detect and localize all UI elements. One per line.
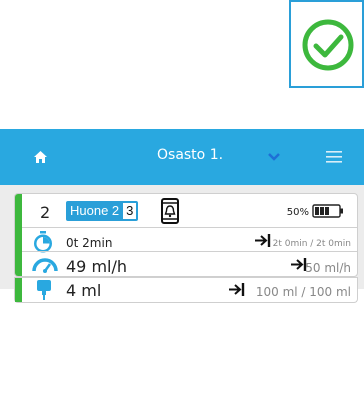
phone-bell-icon[interactable] xyxy=(161,198,179,224)
status-check-tile[interactable] xyxy=(289,0,364,88)
elapsed-time: 0t 2min xyxy=(66,236,113,250)
bed-number: 2 xyxy=(40,203,51,222)
card-header-row: 2 Huone 2 3 50% xyxy=(22,194,357,227)
ward-title[interactable]: Osasto 1. xyxy=(157,147,223,163)
battery-icon xyxy=(312,204,343,218)
room-label: Huone 2 xyxy=(70,203,120,218)
volume-row: 4 ml 100 ml / 100 ml xyxy=(14,277,358,303)
battery-percent: 50% xyxy=(286,207,309,218)
timer-icon xyxy=(34,231,52,253)
volume-target: 100 ml / 100 ml xyxy=(255,285,351,299)
pump-card[interactable]: 2 Huone 2 3 50% 0t 2min 2t 0min / 2t 0mi… xyxy=(14,193,358,277)
home-icon[interactable] xyxy=(34,151,47,163)
arrow-to-bar-icon xyxy=(255,234,271,247)
rate-target: 50 ml/h xyxy=(305,261,351,275)
volume-infused: 4 ml xyxy=(66,281,102,300)
flow-rate: 49 ml/h xyxy=(66,257,128,276)
room-badge[interactable]: Huone 2 3 xyxy=(66,201,139,221)
time-row: 0t 2min 2t 0min / 2t 0min xyxy=(22,227,357,253)
rate-row: 49 ml/h 50 ml/h xyxy=(22,251,357,276)
status-accent-bar xyxy=(15,194,22,276)
gauge-icon xyxy=(32,258,58,273)
time-target: 2t 0min / 2t 0min xyxy=(272,239,351,249)
chevron-down-icon[interactable] xyxy=(268,153,280,161)
status-accent-bar xyxy=(15,278,22,302)
iv-bag-icon xyxy=(37,280,51,300)
check-circle-icon xyxy=(302,19,354,71)
arrow-to-bar-icon xyxy=(229,283,245,296)
menu-icon[interactable] xyxy=(326,151,342,163)
app-header: Osasto 1. xyxy=(0,129,364,185)
room-number: 3 xyxy=(123,203,137,219)
